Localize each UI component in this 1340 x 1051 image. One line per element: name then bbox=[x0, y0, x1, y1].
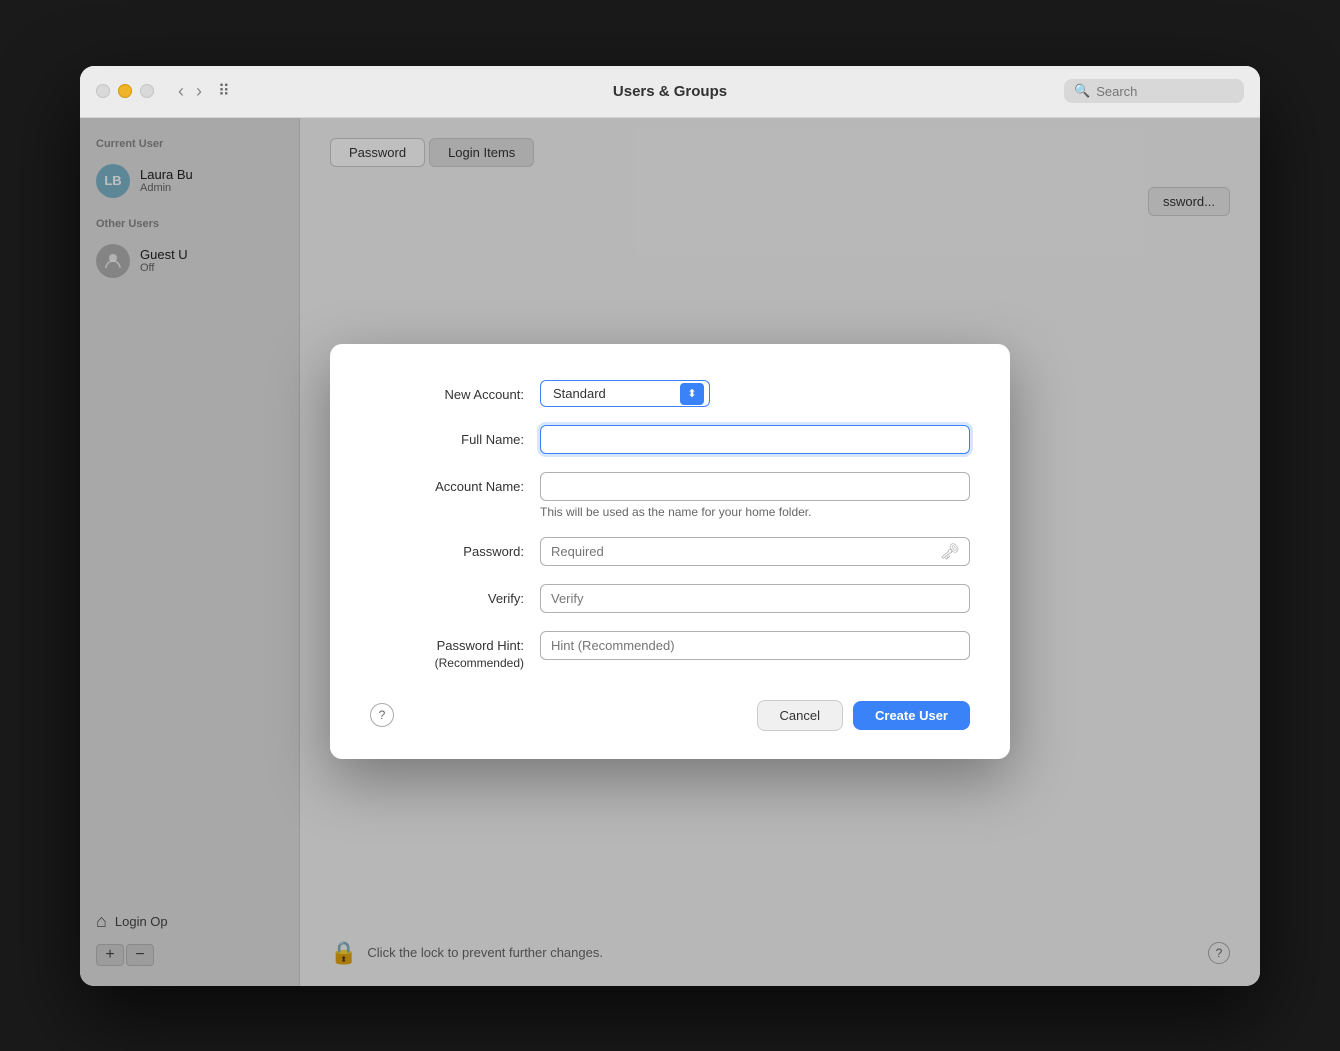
main-window: ‹ › ⠿ Users & Groups 🔍 Current User LB L… bbox=[80, 66, 1260, 986]
account-type-select-wrapper: Administrator Standard Managed with Pare… bbox=[540, 380, 710, 407]
form-row-password-hint: Password Hint: (Recommended) bbox=[370, 631, 970, 672]
help-button[interactable]: ? bbox=[370, 703, 394, 727]
create-user-button[interactable]: Create User bbox=[853, 701, 970, 730]
close-button[interactable] bbox=[96, 84, 110, 98]
forward-button[interactable]: › bbox=[192, 80, 206, 102]
account-name-input[interactable] bbox=[540, 472, 970, 501]
cancel-button[interactable]: Cancel bbox=[757, 700, 843, 731]
maximize-button[interactable] bbox=[140, 84, 154, 98]
full-name-input[interactable] bbox=[540, 425, 970, 454]
password-label: Password: bbox=[370, 537, 540, 559]
modal-overlay: New Account: Administrator Standard Mana… bbox=[80, 118, 1260, 986]
password-hint-label: Password Hint: (Recommended) bbox=[370, 631, 540, 672]
password-input[interactable] bbox=[540, 537, 970, 566]
account-name-field: This will be used as the name for your h… bbox=[540, 472, 970, 519]
main-content: Current User LB Laura Bu Admin Other Use… bbox=[80, 118, 1260, 986]
form-row-account-name: Account Name: This will be used as the n… bbox=[370, 472, 970, 519]
verify-field bbox=[540, 584, 970, 613]
create-user-modal: New Account: Administrator Standard Mana… bbox=[330, 344, 1010, 759]
verify-input[interactable] bbox=[540, 584, 970, 613]
account-type-field: Administrator Standard Managed with Pare… bbox=[540, 380, 970, 407]
form-row-account-type: New Account: Administrator Standard Mana… bbox=[370, 380, 970, 407]
titlebar: ‹ › ⠿ Users & Groups 🔍 bbox=[80, 66, 1260, 118]
search-input[interactable] bbox=[1096, 84, 1226, 99]
nav-arrows: ‹ › bbox=[174, 80, 206, 102]
search-icon: 🔍 bbox=[1074, 83, 1090, 99]
form-row-verify: Verify: bbox=[370, 584, 970, 613]
form-row-full-name: Full Name: bbox=[370, 425, 970, 454]
password-hint-input[interactable] bbox=[540, 631, 970, 660]
modal-footer: ? Cancel Create User bbox=[370, 700, 970, 731]
key-icon[interactable]: 🗝 bbox=[940, 542, 960, 562]
window-title: Users & Groups bbox=[613, 83, 727, 100]
password-hint-field bbox=[540, 631, 970, 660]
traffic-lights bbox=[96, 84, 154, 98]
full-name-label: Full Name: bbox=[370, 425, 540, 447]
full-name-field bbox=[540, 425, 970, 454]
account-name-hint: This will be used as the name for your h… bbox=[540, 505, 970, 519]
account-type-select[interactable]: Administrator Standard Managed with Pare… bbox=[540, 380, 710, 407]
account-name-label: Account Name: bbox=[370, 472, 540, 494]
form-row-password: Password: 🗝 bbox=[370, 537, 970, 566]
account-type-label: New Account: bbox=[370, 380, 540, 402]
password-wrapper: 🗝 bbox=[540, 537, 970, 566]
back-button[interactable]: ‹ bbox=[174, 80, 188, 102]
verify-label: Verify: bbox=[370, 584, 540, 606]
grid-icon[interactable]: ⠿ bbox=[218, 81, 230, 101]
password-field: 🗝 bbox=[540, 537, 970, 566]
password-hint-label-main: Password Hint: bbox=[437, 638, 524, 653]
password-hint-label-sub: (Recommended) bbox=[435, 656, 524, 670]
minimize-button[interactable] bbox=[118, 84, 132, 98]
search-bar[interactable]: 🔍 bbox=[1064, 79, 1244, 103]
